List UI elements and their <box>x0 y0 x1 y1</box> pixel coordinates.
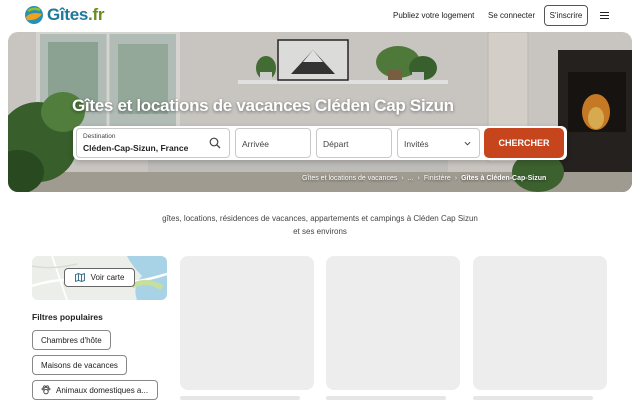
destination-field[interactable]: Destination Cléden-Cap-Sizun, France <box>76 128 230 158</box>
signup-button[interactable]: S'inscrire <box>544 5 588 26</box>
logo-text: Gîtes <box>47 5 89 24</box>
breadcrumb-current: Gîtes à Cléden-Cap-Sizun <box>461 175 547 182</box>
top-bar: Gîtes.fr Publiez votre logement Se conne… <box>0 0 640 32</box>
view-map-label: Voir carte <box>90 273 125 282</box>
publish-listing-link[interactable]: Publiez votre logement <box>393 11 474 20</box>
page-title: Gîtes et locations de vacances Cléden Ca… <box>72 96 454 115</box>
breadcrumb-item[interactable]: Gîtes et locations de vacances <box>302 175 397 182</box>
intro-text: gîtes, locations, résidences de vacances… <box>120 212 520 238</box>
hero-banner: Gîtes et locations de vacances Cléden Ca… <box>8 32 632 192</box>
popular-filters-title: Filtres populaires <box>32 312 103 322</box>
filter-chip-label: Maisons de vacances <box>41 360 118 370</box>
listing-title-placeholder <box>326 396 446 400</box>
listing-card-placeholder[interactable] <box>473 256 607 390</box>
guests-select[interactable]: Invités <box>397 128 480 158</box>
filter-chip-label: Chambres d'hôte <box>41 335 102 345</box>
listing-card-placeholder[interactable] <box>326 256 460 390</box>
listing-card-placeholder[interactable] <box>180 256 314 390</box>
login-link[interactable]: Se connecter <box>488 11 535 20</box>
logo-tld: .fr <box>88 5 105 24</box>
breadcrumb: Gîtes et locations de vacances ›... › Finis… <box>302 175 547 182</box>
listing-title-placeholder <box>473 396 593 400</box>
filter-chip-guest-rooms[interactable]: Chambres d'hôte <box>32 330 111 350</box>
map-icon <box>74 273 85 282</box>
logo-globe-icon <box>25 6 43 24</box>
filter-chip-label: Animaux domestiques a... <box>56 385 149 395</box>
breadcrumb-item[interactable]: ... <box>408 175 414 182</box>
intro-line-2: et ses environs <box>293 227 347 236</box>
guests-placeholder: Invités <box>404 139 429 149</box>
menu-icon[interactable] <box>600 12 609 20</box>
filter-chip-holiday-homes[interactable]: Maisons de vacances <box>32 355 127 375</box>
search-icon[interactable] <box>209 137 221 149</box>
view-map-button[interactable]: Voir carte <box>64 268 135 287</box>
intro-line-1: gîtes, locations, résidences de vacances… <box>162 214 478 223</box>
filter-chip-pets-allowed[interactable]: Animaux domestiques a... <box>32 380 158 400</box>
search-submit-button[interactable]: CHERCHER <box>484 128 564 158</box>
arrival-placeholder: Arrivée <box>242 139 269 149</box>
search-bar: Destination Cléden-Cap-Sizun, France Arr… <box>73 126 567 160</box>
destination-label: Destination <box>83 133 116 140</box>
chevron-down-icon <box>464 141 471 146</box>
destination-input[interactable]: Cléden-Cap-Sizun, France <box>83 143 188 153</box>
departure-date-field[interactable]: Départ <box>316 128 392 158</box>
breadcrumb-item[interactable]: Finistère <box>424 175 451 182</box>
listing-title-placeholder <box>180 396 300 400</box>
departure-placeholder: Départ <box>323 139 349 149</box>
paw-icon <box>41 385 51 395</box>
site-logo[interactable]: Gîtes.fr <box>24 5 104 25</box>
arrival-date-field[interactable]: Arrivée <box>235 128 311 158</box>
